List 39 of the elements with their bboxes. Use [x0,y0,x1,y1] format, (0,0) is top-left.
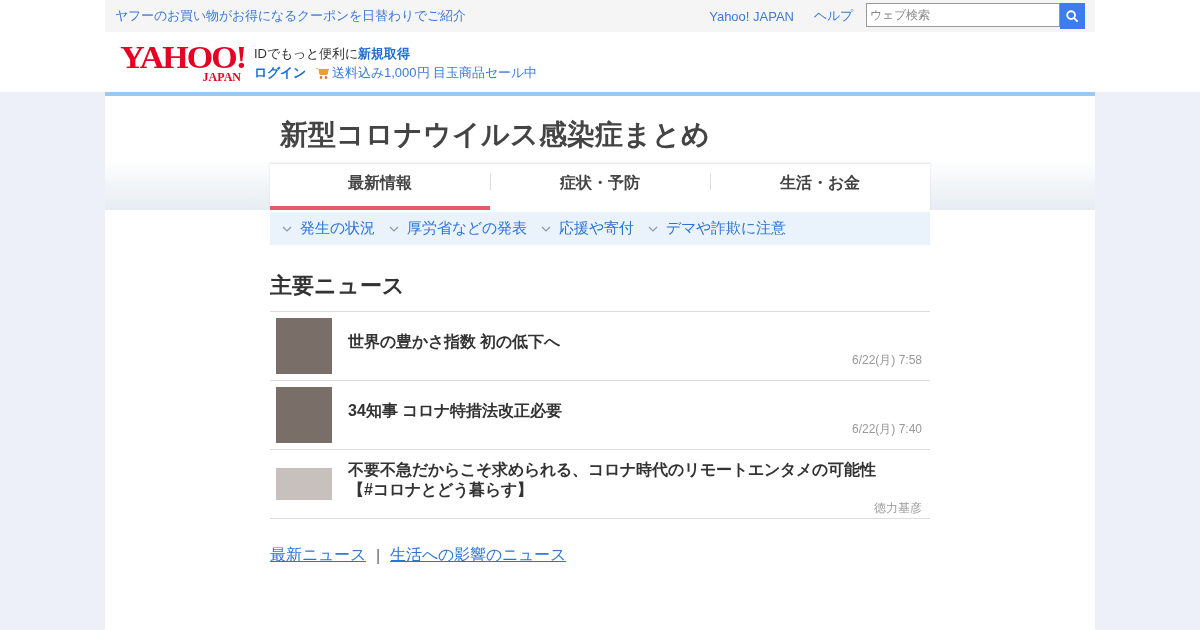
news-link[interactable]: 最新ニュース [270,545,366,566]
news-item[interactable]: 世界の豊かさ指数 初の低下へ 6/22(月) 7:58 [270,312,930,381]
news-link[interactable]: 生活への影響のニュース [390,545,567,566]
news-headline: 34知事 コロナ特措法改正必要 [348,400,564,421]
news-item[interactable]: 不要不急だからこそ求められる、コロナ時代のリモートエンタメの可能性【#コロナとどう暮らす】 徳力基彦 [270,450,930,519]
search-field[interactable]: ウェブ検索 [866,3,1060,27]
anchor-link[interactable]: 発生の状況 [300,219,375,238]
tab[interactable]: 生活・お金 [710,164,930,210]
section-title: 主要ニュース [270,272,406,300]
news-byline: 徳力基彦 [874,499,922,517]
login-link[interactable]: ログイン [254,63,306,82]
photo-placeholder [276,318,332,374]
news-byline: 6/22(月) 7:58 [851,351,922,369]
page-title: 新型コロナウイルス感染症まとめ [280,118,711,152]
chevron-down-icon [389,225,399,232]
news-byline: 6/22(月) 7:40 [851,420,922,438]
tab[interactable]: 症状・予防 [490,164,710,210]
photo-placeholder [276,387,332,443]
coupon-link[interactable]: ヤフーのお買い物がお得になるクーポンを日替わりでご紹介 [105,7,466,25]
search-icon [1066,9,1079,23]
anchor-link[interactable]: 厚労省などの発表 [407,219,527,238]
chevron-down-icon [541,225,551,232]
news-headline: 世界の豊かさ指数 初の低下へ [348,331,562,352]
search-button[interactable] [1060,3,1085,29]
separator-text: | [376,546,381,565]
chevron-down-icon [282,225,292,232]
signup-link[interactable]: 新規取得 [358,44,410,63]
news-headline: 不要不急だからこそ求められる、コロナ時代のリモートエンタメの可能性【#コロナとどう暮らす】 [348,459,877,500]
sale-link[interactable]: 送料込み1,000円 目玉商品セール中 [332,63,538,82]
chevron-down-icon [648,225,658,232]
shopping-cart-icon [315,66,329,79]
photo-placeholder [276,468,332,500]
anchor-link[interactable]: デマや詐欺に注意 [666,219,786,238]
news-item[interactable]: 34知事 コロナ特措法改正必要 6/22(月) 7:40 [270,381,930,450]
anchor-link[interactable]: 応援や寄付 [559,219,634,238]
nav-link[interactable]: ヘルプ [814,7,853,25]
id-promo-text: IDでもっと便利に [254,44,358,63]
nav-link[interactable]: Yahoo! JAPAN [709,8,794,24]
yahoo-japan-logo[interactable]: YAHOO! JAPAN [110,41,245,83]
